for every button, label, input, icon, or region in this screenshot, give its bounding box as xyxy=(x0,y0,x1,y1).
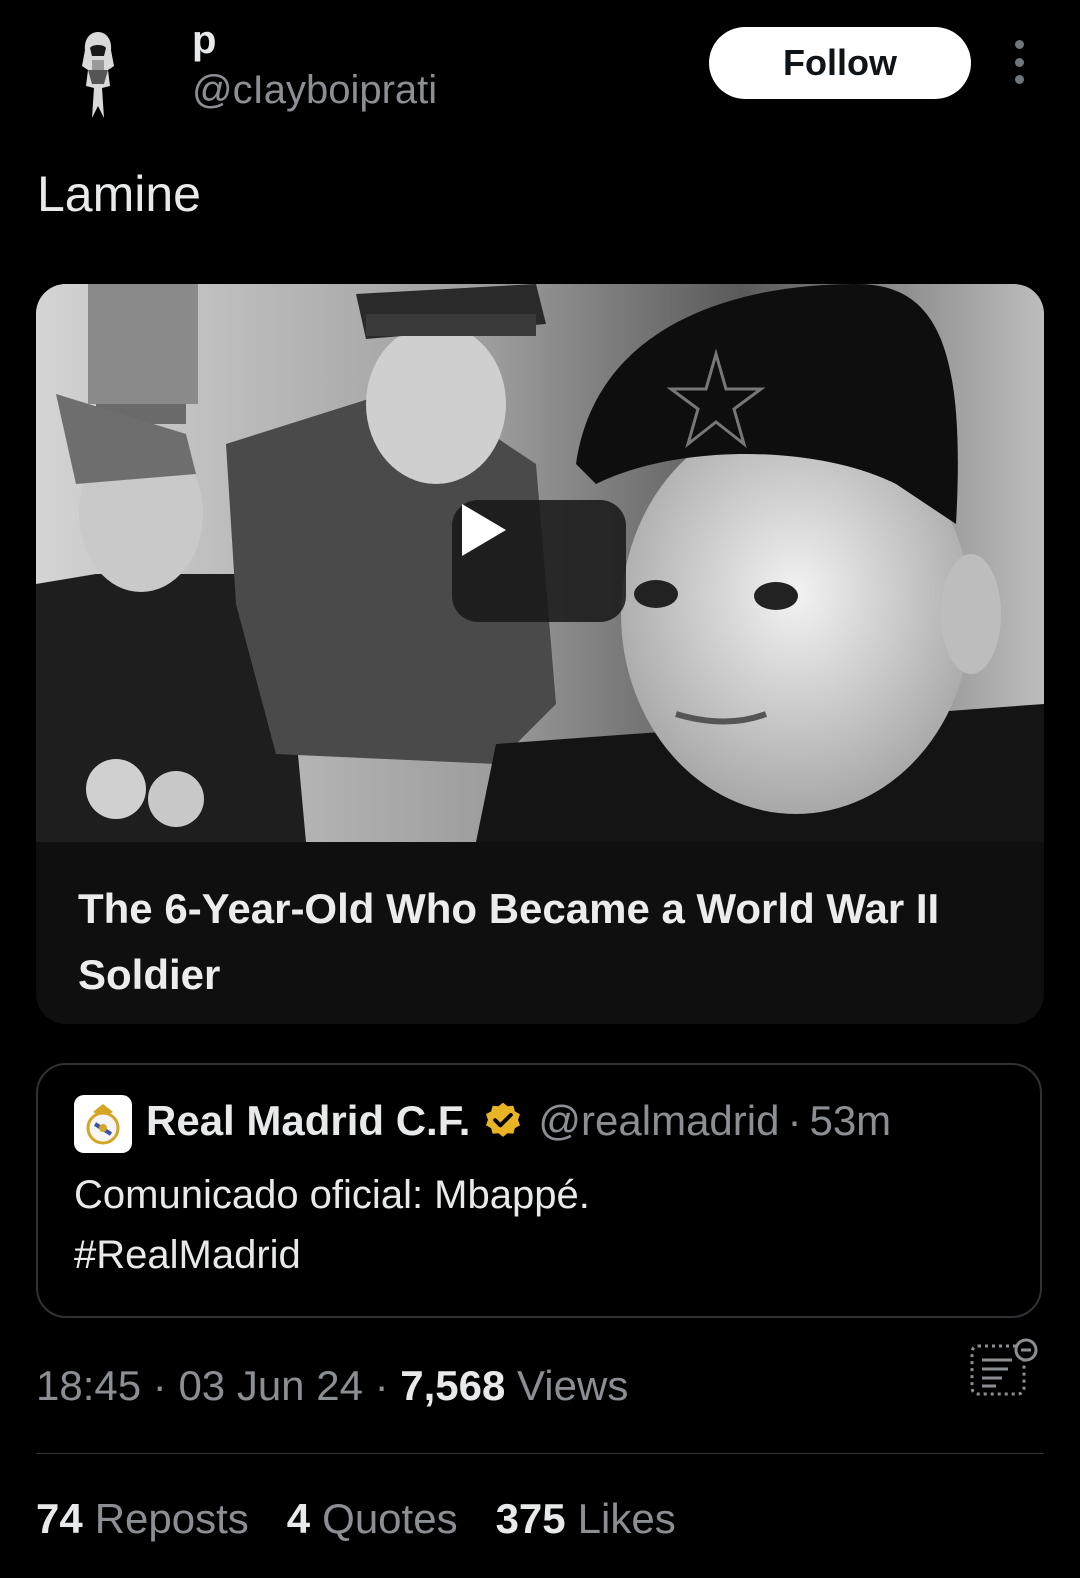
video-title[interactable]: The 6-Year-Old Who Became a World War II… xyxy=(78,876,998,1008)
author-display-name[interactable]: p xyxy=(192,18,216,63)
quotes-label: Quotes xyxy=(322,1495,458,1542)
verified-badge-icon xyxy=(486,1102,521,1137)
quoted-hashtag[interactable]: #RealMadrid xyxy=(74,1225,974,1285)
likes-stat[interactable]: 375 Likes xyxy=(496,1495,676,1543)
more-dot xyxy=(1014,75,1024,84)
reposts-stat[interactable]: 74 Reposts xyxy=(36,1495,249,1543)
reposts-count: 74 xyxy=(36,1495,83,1542)
reposts-label: Reposts xyxy=(94,1495,249,1542)
divider xyxy=(36,1453,1044,1454)
tweet-text: Lamine xyxy=(37,166,201,222)
meta-separator: · xyxy=(362,1362,401,1409)
quoted-avatar[interactable] xyxy=(74,1095,132,1153)
play-icon xyxy=(462,504,506,556)
real-madrid-crest-icon xyxy=(86,1104,120,1145)
quoted-timestamp[interactable]: 53m xyxy=(809,1097,891,1145)
quotes-stat[interactable]: 4 Quotes xyxy=(287,1495,458,1543)
tweet-meta: 18:45 · 03 Jun 24 · 7,568 Views xyxy=(36,1362,628,1410)
more-dot xyxy=(1014,40,1024,49)
more-dot xyxy=(1014,57,1024,67)
quoted-author-name[interactable]: Real Madrid C.F. xyxy=(146,1097,470,1145)
views-count: 7,568 xyxy=(400,1362,506,1409)
video-thumbnail[interactable] xyxy=(36,284,1044,842)
video-card[interactable]: The 6-Year-Old Who Became a World War II… xyxy=(36,284,1044,1024)
quoted-separator: · xyxy=(787,1097,802,1144)
more-options-icon[interactable] xyxy=(1004,40,1034,84)
meta-separator: · xyxy=(141,1362,179,1409)
tweet-time[interactable]: 18:45 xyxy=(36,1362,141,1409)
analytics-icon[interactable] xyxy=(970,1338,1042,1400)
quoted-header: Real Madrid C.F. @realmadrid · 53m xyxy=(146,1097,891,1145)
author-handle[interactable]: @cIayboiprati xyxy=(192,68,437,113)
views-label: Views xyxy=(517,1362,629,1409)
engagement-stats: 74 Reposts 4 Quotes 375 Likes xyxy=(36,1495,714,1543)
quoted-tweet[interactable]: Real Madrid C.F. @realmadrid · 53m Comun… xyxy=(36,1063,1042,1318)
tweet-date[interactable]: 03 Jun 24 xyxy=(178,1362,363,1409)
play-button[interactable] xyxy=(452,500,626,622)
quoted-handle[interactable]: @realmadrid xyxy=(538,1097,779,1145)
likes-count: 375 xyxy=(495,1495,566,1542)
follow-button[interactable]: Follow xyxy=(709,27,971,99)
quoted-text-line: Comunicado oficial: Mbappé. xyxy=(74,1173,590,1217)
quotes-count: 4 xyxy=(286,1495,311,1542)
quoted-text: Comunicado oficial: Mbappé. #RealMadrid xyxy=(74,1165,974,1285)
author-avatar[interactable] xyxy=(68,26,128,122)
likes-label: Likes xyxy=(577,1495,676,1542)
